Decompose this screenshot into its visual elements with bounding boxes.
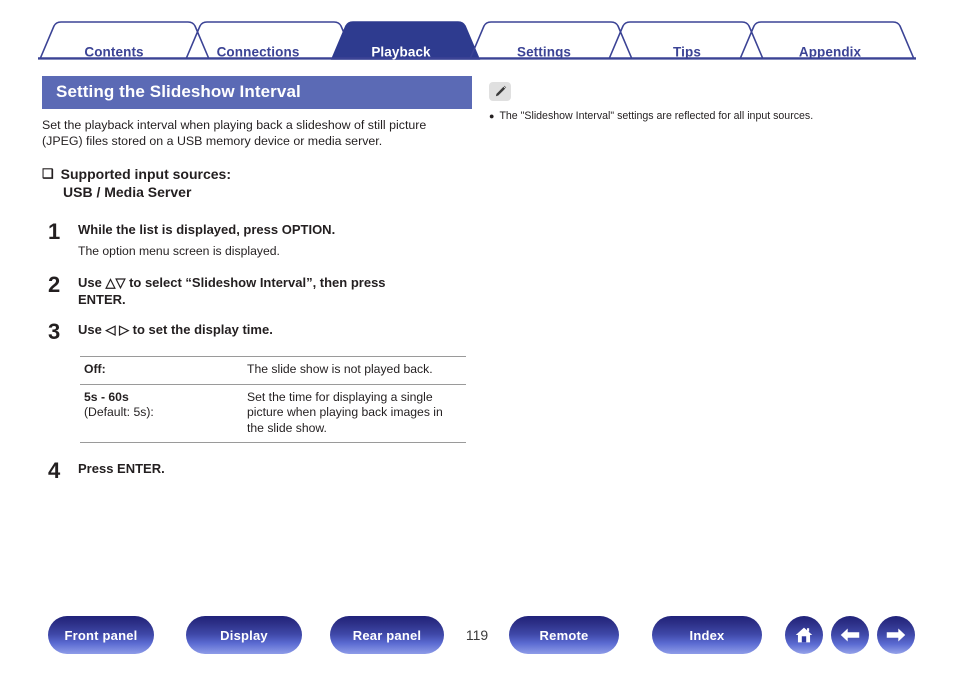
step-subtext: The option menu screen is displayed. bbox=[78, 244, 280, 259]
forward-arrow-icon-glyph bbox=[886, 628, 906, 642]
step-item: 2 Use △▽ to select “Slideshow Interval”,… bbox=[42, 272, 472, 308]
index-button[interactable]: Index bbox=[652, 616, 762, 654]
tab-playback-label[interactable]: Playback bbox=[371, 45, 430, 60]
main-content-column: Setting the Slideshow Interval Set the p… bbox=[42, 76, 472, 497]
option-description-cell: Set the time for displaying a single pic… bbox=[243, 383, 466, 444]
table-row: 5s - 60s (Default: 5s): Set the time for… bbox=[80, 383, 466, 444]
options-table: Off: The slide show is not played back. … bbox=[80, 356, 466, 444]
tab-contents-label[interactable]: Contents bbox=[84, 45, 143, 60]
home-icon-glyph bbox=[795, 627, 813, 643]
pencil-icon bbox=[489, 82, 511, 101]
tab-tips-label[interactable]: Tips bbox=[673, 45, 701, 60]
step-item: 3 Use ◁ ▷ to set the display time. bbox=[42, 319, 472, 345]
step-item: 4 Press ENTER. bbox=[42, 458, 472, 484]
page-title: Setting the Slideshow Interval bbox=[42, 76, 472, 110]
step-title: Use ◁ ▷ to set the display time. bbox=[78, 322, 273, 338]
remote-button[interactable]: Remote bbox=[509, 616, 619, 654]
step-number: 2 bbox=[48, 272, 61, 298]
note-text: The "Slideshow Interval" settings are re… bbox=[499, 110, 814, 122]
step-body: Use △▽ to select “Slideshow Interval”, t… bbox=[78, 275, 472, 308]
step-title: Use △▽ to select “Slideshow Interval”, t… bbox=[78, 275, 386, 307]
step-title: While the list is displayed, press OPTIO… bbox=[78, 221, 336, 237]
home-icon[interactable] bbox=[785, 616, 823, 654]
tab-settings-label[interactable]: Settings bbox=[517, 45, 571, 60]
tab-appendix-label[interactable]: Appendix bbox=[799, 45, 861, 60]
steps-list: 1 While the list is displayed, press OPT… bbox=[42, 218, 472, 484]
step-number: 1 bbox=[48, 218, 61, 244]
step-title: Press ENTER. bbox=[78, 461, 165, 477]
tab-bar-shapes bbox=[38, 21, 916, 60]
supported-sources-block: ❑ Supported input sources: USB / Media S… bbox=[42, 166, 472, 200]
step-number: 4 bbox=[48, 458, 61, 484]
tab-connections-label[interactable]: Connections bbox=[217, 45, 300, 60]
supported-sources-heading-text: Supported input sources: bbox=[60, 165, 231, 182]
display-button[interactable]: Display bbox=[186, 616, 302, 654]
supported-sources-value: USB / Media Server bbox=[63, 183, 192, 200]
table-row: Off: The slide show is not played back. bbox=[80, 356, 466, 385]
page-number: 119 bbox=[465, 627, 489, 643]
front-panel-button[interactable]: Front panel bbox=[48, 616, 154, 654]
step-body: Press ENTER. bbox=[78, 461, 472, 481]
forward-arrow-icon[interactable] bbox=[877, 616, 915, 654]
back-arrow-icon-glyph bbox=[840, 628, 860, 642]
option-name-cell: 5s - 60s (Default: 5s): bbox=[80, 383, 243, 444]
bottom-navigation-bar: Front panel Display Rear panel 119 Remot… bbox=[0, 616, 954, 658]
step-body: While the list is displayed, press OPTIO… bbox=[78, 222, 472, 260]
option-description-cell: The slide show is not played back. bbox=[243, 356, 466, 385]
back-arrow-icon[interactable] bbox=[831, 616, 869, 654]
intro-paragraph: Set the playback interval when playing b… bbox=[42, 118, 427, 148]
note-list-item: ● The "Slideshow Interval" settings are … bbox=[489, 109, 909, 123]
option-name-text: 5s - 60s bbox=[84, 389, 129, 404]
supported-sources-heading: ❑ Supported input sources: bbox=[42, 166, 472, 182]
rear-panel-button[interactable]: Rear panel bbox=[330, 616, 444, 654]
note-list: ● The "Slideshow Interval" settings are … bbox=[489, 109, 909, 123]
option-default-text: (Default: 5s): bbox=[84, 405, 154, 420]
note-column: ● The "Slideshow Interval" settings are … bbox=[489, 82, 909, 123]
step-body: Use ◁ ▷ to set the display time. bbox=[78, 322, 472, 342]
step-item: 1 While the list is displayed, press OPT… bbox=[42, 218, 472, 260]
bullet-icon: ● bbox=[489, 111, 495, 121]
pencil-icon-glyph bbox=[495, 85, 506, 97]
step-number: 3 bbox=[48, 319, 61, 345]
square-bullet-icon: ❑ bbox=[42, 165, 54, 181]
tab-bar: Contents Connections Playback Settings T… bbox=[38, 20, 916, 60]
option-name-cell: Off: bbox=[80, 356, 243, 385]
